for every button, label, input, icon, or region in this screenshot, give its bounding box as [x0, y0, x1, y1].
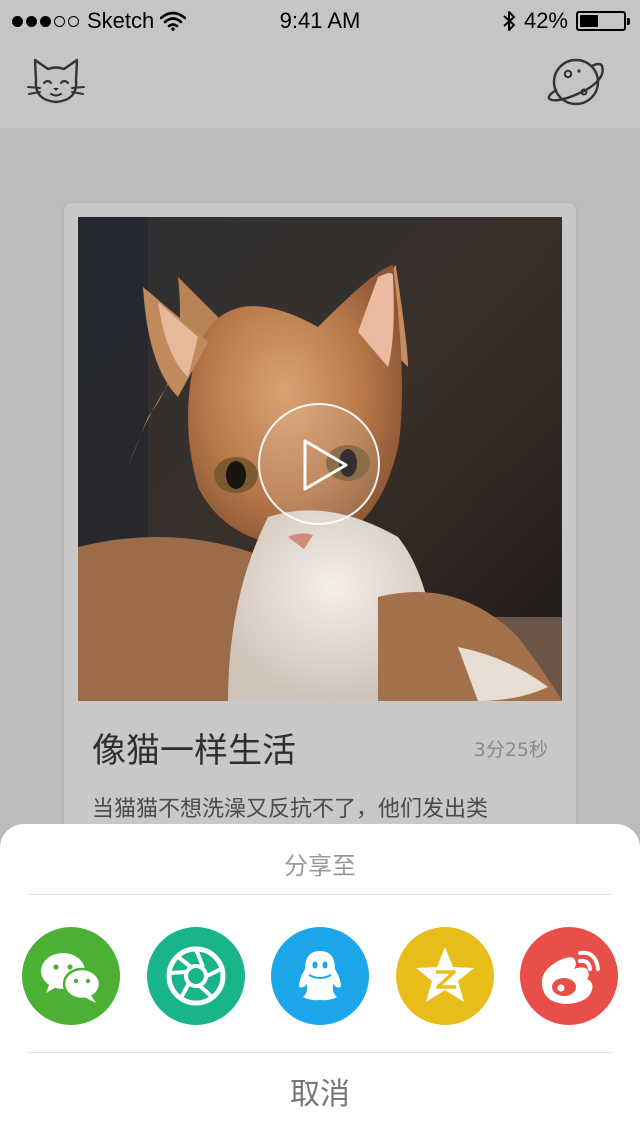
qq-icon [299, 951, 341, 1001]
divider [28, 894, 612, 895]
card-description: 当猫猫不想洗澡又反抗不了，他们发出类 [92, 797, 489, 822]
share-moments-button[interactable] [147, 927, 245, 1025]
share-targets [0, 927, 640, 1025]
cancel-button[interactable]: 取消 [0, 1053, 640, 1136]
cat-photo [78, 217, 562, 701]
battery-fill [580, 15, 598, 27]
share-wechat-button[interactable] [22, 927, 120, 1025]
cat-icon[interactable] [26, 54, 86, 110]
card-title: 像猫一样生活 [92, 731, 296, 771]
share-weibo-button[interactable] [520, 927, 618, 1025]
weibo-icon [541, 950, 600, 1004]
share-qq-button[interactable] [271, 927, 369, 1025]
bluetooth-icon [503, 11, 515, 31]
battery-percent: 42% [523, 8, 568, 33]
nav-bar [0, 40, 640, 128]
share-sheet-title: 分享至 [284, 852, 356, 880]
moments-icon [166, 946, 226, 1006]
share-qzone-button[interactable] [396, 927, 494, 1025]
wechat-icon [41, 953, 102, 1003]
battery-icon [576, 11, 630, 31]
play-button[interactable] [258, 403, 380, 525]
status-right: 42% [502, 8, 630, 34]
qzone-icon [416, 947, 474, 1002]
planet-icon[interactable] [546, 54, 606, 110]
share-sheet: 分享至 取消 [0, 824, 640, 1136]
video-duration: 3分25秒 [473, 739, 548, 761]
status-bar: Sketch 9:41 AM 42% [0, 0, 640, 40]
play-icon [303, 439, 348, 491]
